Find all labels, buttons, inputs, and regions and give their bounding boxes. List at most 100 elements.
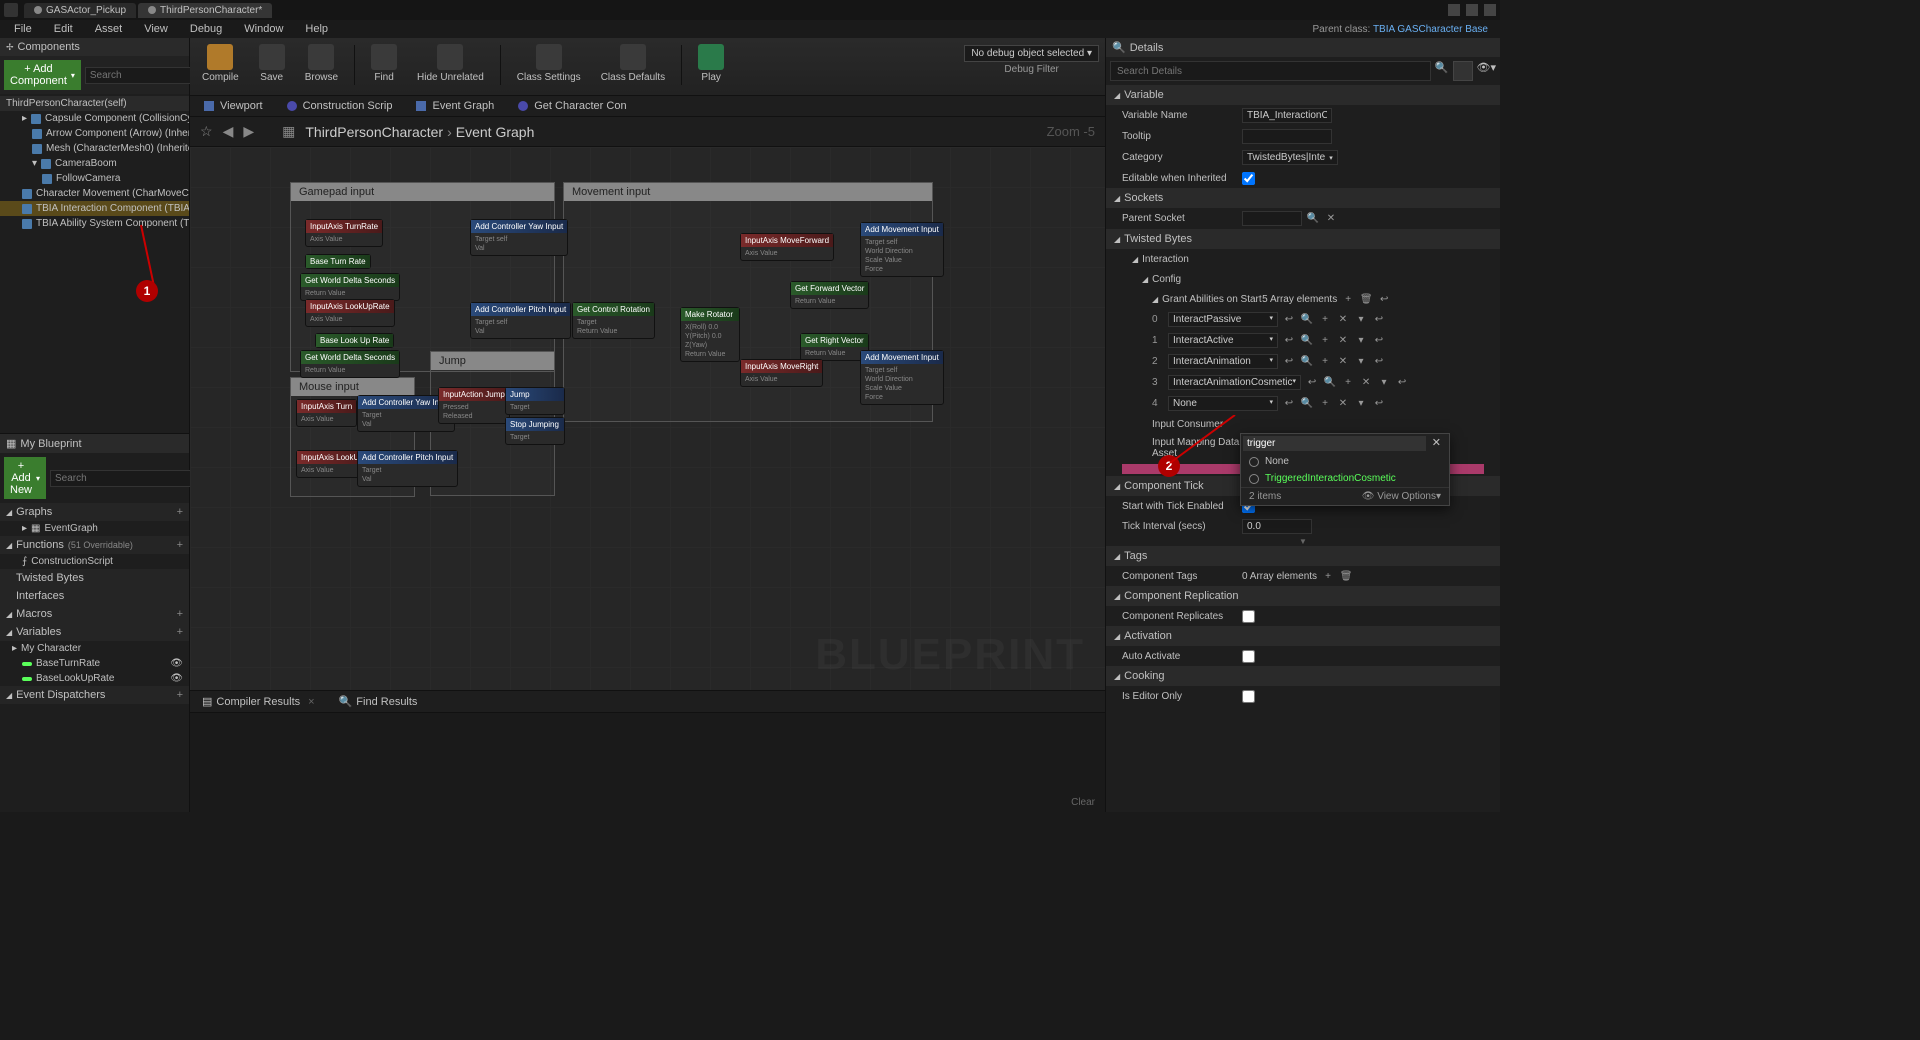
graph-node[interactable]: InputAxis LookUpRateAxis Value	[305, 299, 395, 327]
close-icon[interactable]	[1484, 4, 1496, 16]
browse-icon[interactable]: 🔍	[1300, 334, 1314, 348]
cat-sockets[interactable]: ◢Sockets	[1106, 188, 1500, 208]
graph-node[interactable]: Get World Delta SecondsReturn Value	[300, 273, 400, 301]
graph-node[interactable]: Base Turn Rate	[305, 254, 371, 269]
nav-forward-icon[interactable]: ▶	[243, 123, 254, 140]
duplicate-icon[interactable]: ▾	[1377, 376, 1391, 390]
section-graphs[interactable]: ◢Graphs+	[0, 503, 189, 521]
graph-node[interactable]: InputAxis MoveForwardAxis Value	[740, 233, 834, 261]
class-settings-button[interactable]: Class Settings	[511, 41, 587, 86]
menu-view[interactable]: View	[134, 22, 178, 36]
tree-item-self[interactable]: ThirdPersonCharacter(self)	[0, 96, 189, 111]
item-baseturnrate[interactable]: BaseTurnRate👁	[0, 656, 189, 671]
tab-gasactor[interactable]: GASActor_Pickup	[24, 3, 136, 18]
add-icon[interactable]: +	[1318, 355, 1332, 369]
add-icon[interactable]: +	[1318, 313, 1332, 327]
remove-icon[interactable]: ✕	[1336, 313, 1350, 327]
graph-node[interactable]: InputAction JumpPressedReleased	[438, 387, 510, 424]
clear-button[interactable]: Clear	[1071, 797, 1095, 808]
tree-item-charmove[interactable]: Character Movement (CharMoveCom	[0, 186, 189, 201]
ability-combo[interactable]: None	[1168, 396, 1278, 411]
remove-icon[interactable]: ✕	[1359, 376, 1373, 390]
menu-asset[interactable]: Asset	[85, 22, 133, 36]
eye-icon[interactable]: 👁	[170, 658, 183, 669]
reset-default-icon[interactable]: ↩	[1372, 397, 1386, 411]
browse-icon[interactable]: 🔍	[1300, 355, 1314, 369]
remove-icon[interactable]: ✕	[1336, 355, 1350, 369]
graph-node[interactable]: InputAxis TurnAxis Value	[296, 399, 357, 427]
item-eventgraph[interactable]: ▸▦EventGraph	[0, 521, 189, 536]
reset-default-icon[interactable]: ↩	[1372, 355, 1386, 369]
tree-item-cameraboom[interactable]: ▾CameraBoom	[0, 156, 189, 171]
add-tag-icon[interactable]: +	[1321, 569, 1335, 583]
menu-edit[interactable]: Edit	[44, 22, 83, 36]
graph-node[interactable]: InputAxis TurnRateAxis Value	[305, 219, 383, 247]
minimize-icon[interactable]	[1448, 4, 1460, 16]
duplicate-icon[interactable]: ▾	[1354, 397, 1368, 411]
cat-activation[interactable]: ◢Activation	[1106, 626, 1500, 646]
add-function-button[interactable]: +	[177, 539, 183, 551]
add-element-icon[interactable]: +	[1341, 292, 1355, 306]
graph-home-icon[interactable]: ▦	[282, 123, 295, 140]
graph-node[interactable]: Get Right VectorReturn Value	[800, 333, 869, 361]
eye-icon[interactable]: 👁▾	[1477, 61, 1497, 81]
debug-object-select[interactable]: No debug object selected ▾	[964, 45, 1099, 62]
tick-interval-input[interactable]	[1242, 519, 1312, 534]
tab-thirdperson[interactable]: ThirdPersonCharacter*	[138, 3, 272, 18]
nav-back-icon[interactable]: ◀	[223, 123, 234, 140]
editable-checkbox[interactable]	[1242, 172, 1255, 185]
add-icon[interactable]: +	[1318, 397, 1332, 411]
graph-node[interactable]: Add Movement InputTarget selfWorld Direc…	[860, 222, 944, 277]
editoronly-checkbox[interactable]	[1242, 690, 1255, 703]
graph-node[interactable]: Get World Delta SecondsReturn Value	[300, 350, 400, 378]
add-graph-button[interactable]: +	[177, 506, 183, 518]
tree-item-tbia-ability[interactable]: TBIA Ability System Component (TB	[0, 216, 189, 231]
menu-debug[interactable]: Debug	[180, 22, 232, 36]
section-interfaces[interactable]: Interfaces	[0, 587, 189, 605]
tab-find-results[interactable]: 🔍Find Results	[327, 691, 430, 712]
variable-name-input[interactable]	[1242, 108, 1332, 123]
section-eventdispatchers[interactable]: ◢Event Dispatchers+	[0, 686, 189, 704]
graph-node[interactable]: Get Control RotationTargetReturn Value	[572, 302, 655, 339]
search-icon[interactable]: 🔍	[1306, 212, 1320, 226]
breadcrumb[interactable]: ThirdPersonCharacter›Event Graph	[305, 124, 534, 140]
play-button[interactable]: Play	[692, 41, 730, 86]
save-button[interactable]: Save	[253, 41, 291, 86]
tab-getchar[interactable]: Get Character Con	[508, 96, 636, 116]
class-defaults-button[interactable]: Class Defaults	[595, 41, 671, 86]
clear-tags-icon[interactable]: 🗑	[1339, 569, 1353, 583]
tab-eventgraph[interactable]: Event Graph	[406, 96, 504, 116]
cat-tags[interactable]: ◢Tags	[1106, 546, 1500, 566]
ability-combo[interactable]: InteractPassive	[1168, 312, 1278, 327]
popup-option-none[interactable]: None	[1241, 453, 1449, 470]
add-icon[interactable]: +	[1341, 376, 1355, 390]
reset-default-icon[interactable]: ↩	[1395, 376, 1409, 390]
ability-combo[interactable]: InteractAnimation	[1168, 354, 1278, 369]
browse-icon[interactable]: 🔍	[1300, 397, 1314, 411]
graph-node[interactable]: Add Controller Yaw InputTarget selfVal	[470, 219, 568, 256]
view-options-button[interactable]: 👁 View Options▾	[1362, 491, 1441, 502]
ability-combo[interactable]: InteractAnimationCosmetic	[1168, 375, 1301, 390]
hide-unrelated-button[interactable]: Hide Unrelated	[411, 41, 490, 86]
item-baselookuprate[interactable]: BaseLookUpRate👁	[0, 671, 189, 686]
tooltip-input[interactable]	[1242, 129, 1332, 144]
parent-class-link[interactable]: TBIA GASCharacter Base	[1373, 24, 1488, 35]
section-variables[interactable]: ◢Variables+	[0, 623, 189, 641]
myblueprint-search-input[interactable]	[50, 470, 192, 487]
clear-search-icon[interactable]: ✕	[1426, 436, 1447, 451]
duplicate-icon[interactable]: ▾	[1354, 355, 1368, 369]
menu-help[interactable]: Help	[295, 22, 338, 36]
reset-icon[interactable]: ↩	[1282, 313, 1296, 327]
menu-window[interactable]: Window	[234, 22, 293, 36]
category-combo[interactable]: TwistedBytes|Inte	[1242, 150, 1338, 165]
item-mycharacter[interactable]: ▸My Character	[0, 641, 189, 656]
add-icon[interactable]: +	[1318, 334, 1332, 348]
graph-node[interactable]: Add Controller Pitch InputTarget selfVal	[470, 302, 571, 339]
cat-twistedbytes[interactable]: ◢Twisted Bytes	[1106, 229, 1500, 249]
graph-node[interactable]: Stop JumpingTarget	[505, 417, 565, 445]
item-constructionscript[interactable]: ⨍ConstructionScript	[0, 554, 189, 569]
add-new-button[interactable]: + Add New	[4, 457, 46, 499]
compile-button[interactable]: Compile	[196, 41, 245, 86]
add-macro-button[interactable]: +	[177, 608, 183, 620]
clear-icon[interactable]: ✕	[1324, 212, 1338, 226]
